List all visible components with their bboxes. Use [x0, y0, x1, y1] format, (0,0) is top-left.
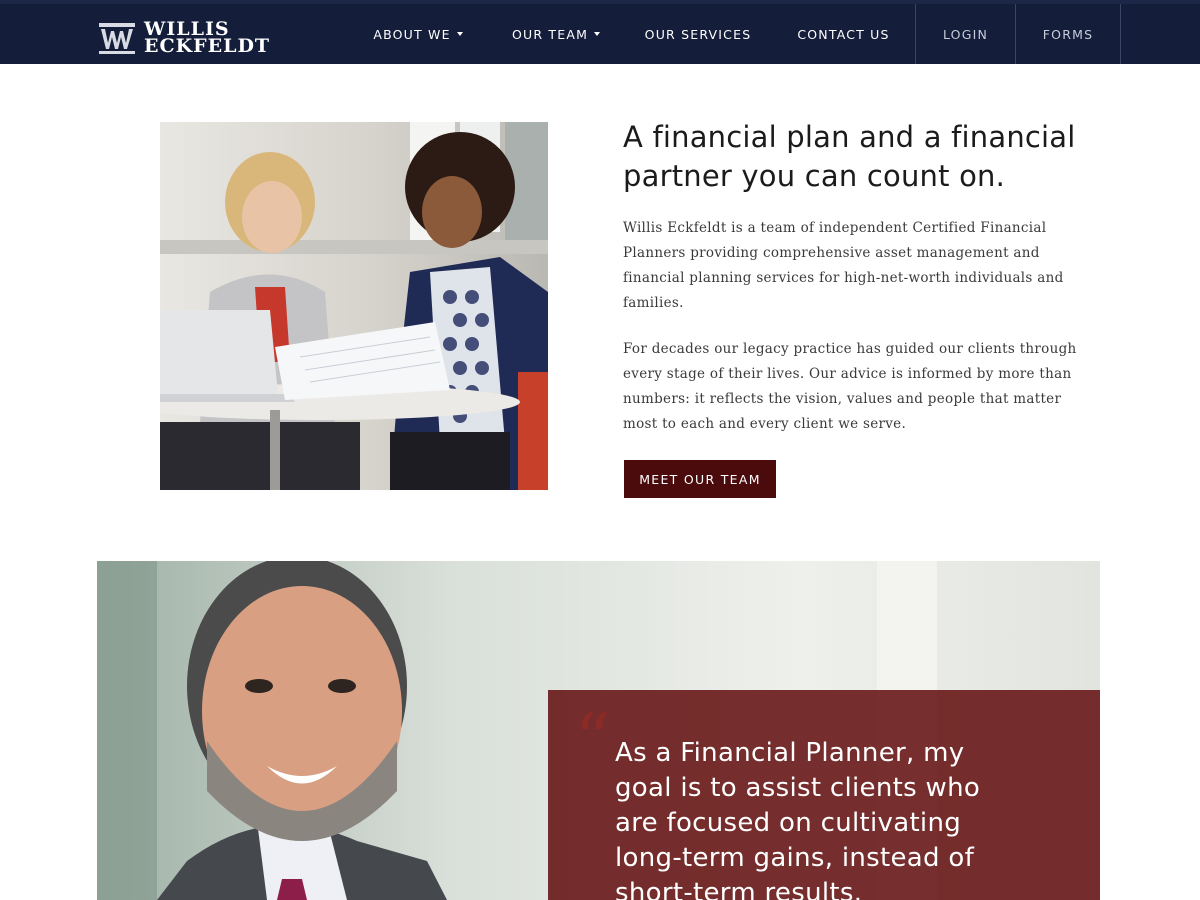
nav-forms-label: FORMS	[1042, 26, 1094, 42]
nav-login[interactable]: LOGIN	[915, 4, 1015, 64]
nav-about-we[interactable]: ABOUT WE	[348, 4, 488, 64]
nav-our-services-label: OUR SERVICES	[644, 26, 752, 42]
brand-wordmark: WILLIS ECKFELDT	[144, 20, 271, 57]
testimonial-banner: “ As a Financial Planner, my goal is to …	[97, 561, 1100, 900]
nav-our-team[interactable]: OUR TEAM	[488, 4, 624, 64]
quote-open-icon: “	[574, 698, 611, 782]
hero-title: A financial plan and a financial partner…	[623, 120, 1076, 193]
brand-line-2: ECKFELDT	[144, 35, 271, 57]
top-navbar: WILLIS ECKFELDT ABOUT WE OUR TEAM OUR SE…	[0, 0, 1200, 64]
hero-paragraph-2: For decades our legacy practice has guid…	[623, 341, 1077, 432]
quote-card: “ As a Financial Planner, my goal is to …	[548, 690, 1100, 900]
hero-copy: A financial plan and a financial partner…	[623, 118, 1083, 437]
meet-our-team-button[interactable]: MEET OUR TEAM	[624, 460, 776, 498]
nav-about-we-label: ABOUT WE	[373, 26, 451, 42]
nav-forms[interactable]: FORMS	[1015, 4, 1121, 64]
nav-our-services[interactable]: OUR SERVICES	[624, 4, 772, 64]
nav-our-team-label: OUR TEAM	[511, 26, 589, 42]
hero-photo-advisors-meeting	[160, 122, 548, 490]
main-navigation: ABOUT WE OUR TEAM OUR SERVICES CONTACT U…	[348, 4, 1121, 64]
caret-down-icon	[594, 32, 601, 36]
logo-monogram-icon	[98, 21, 136, 55]
nav-login-label: LOGIN	[942, 26, 989, 42]
caret-down-icon	[456, 32, 463, 36]
brand-logo[interactable]: WILLIS ECKFELDT	[98, 18, 270, 58]
testimonial-quote: As a Financial Planner, my goal is to as…	[615, 738, 981, 900]
hero-paragraph-1: Willis Eckfeldt is a team of independent…	[623, 220, 1064, 311]
nav-contact-us[interactable]: CONTACT US	[772, 4, 915, 64]
nav-contact-us-label: CONTACT US	[797, 26, 890, 42]
